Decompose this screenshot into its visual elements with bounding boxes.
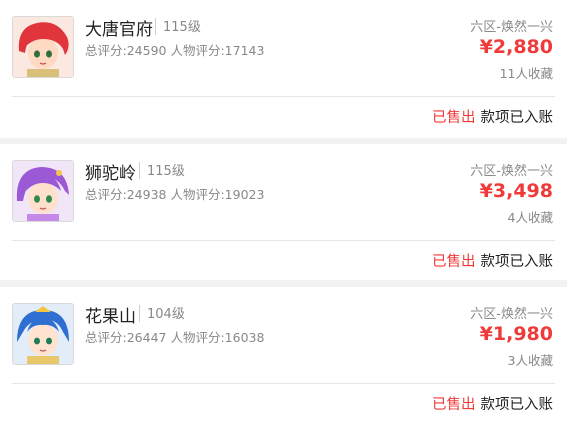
payment-status: 款项已入账 bbox=[480, 254, 554, 270]
price: ¥2,880 bbox=[479, 36, 553, 58]
character-level: 104级 bbox=[147, 307, 185, 322]
server-name: 六区-焕然一兴 bbox=[470, 307, 553, 322]
score-summary: 总评分:24590 人物评分:17143 bbox=[85, 43, 265, 58]
title-separator bbox=[155, 18, 156, 35]
sold-label: 已售出 bbox=[432, 254, 476, 270]
character-avatar bbox=[12, 160, 74, 222]
sale-status: 已售出 款项已入账 bbox=[432, 250, 553, 271]
sale-status: 已售出 款项已入账 bbox=[432, 106, 553, 127]
payment-status: 款项已入账 bbox=[480, 110, 554, 126]
character-level: 115级 bbox=[163, 20, 201, 35]
server-name: 六区-焕然一兴 bbox=[470, 20, 553, 35]
school-name: 狮驼岭 bbox=[85, 164, 136, 184]
title-separator bbox=[139, 305, 140, 322]
sale-status: 已售出 款项已入账 bbox=[432, 393, 553, 414]
favorite-count: 3人收藏 bbox=[507, 353, 553, 368]
payment-status: 款项已入账 bbox=[480, 397, 554, 413]
card-divider bbox=[12, 240, 555, 241]
sold-label: 已售出 bbox=[432, 110, 476, 126]
server-name: 六区-焕然一兴 bbox=[470, 164, 553, 179]
sold-label: 已售出 bbox=[432, 397, 476, 413]
score-summary: 总评分:26447 人物评分:16038 bbox=[85, 330, 265, 345]
card-divider bbox=[12, 96, 555, 97]
listing-card[interactable]: 大唐官府 115级 总评分:24590 人物评分:17143 六区-焕然一兴 ¥… bbox=[0, 0, 567, 138]
character-level: 115级 bbox=[147, 164, 185, 179]
price: ¥3,498 bbox=[479, 180, 553, 202]
listing-card[interactable]: 花果山 104级 总评分:26447 人物评分:16038 六区-焕然一兴 ¥1… bbox=[0, 287, 567, 428]
character-avatar bbox=[12, 16, 74, 78]
listing-list: 大唐官府 115级 总评分:24590 人物评分:17143 六区-焕然一兴 ¥… bbox=[0, 0, 567, 428]
card-divider bbox=[12, 383, 555, 384]
listing-card[interactable]: 狮驼岭 115级 总评分:24938 人物评分:19023 六区-焕然一兴 ¥3… bbox=[0, 144, 567, 280]
school-name: 大唐官府 bbox=[85, 20, 153, 40]
price: ¥1,980 bbox=[479, 323, 553, 345]
score-summary: 总评分:24938 人物评分:19023 bbox=[85, 187, 265, 202]
favorite-count: 4人收藏 bbox=[507, 210, 553, 225]
character-avatar bbox=[12, 303, 74, 365]
title-separator bbox=[139, 162, 140, 179]
favorite-count: 11人收藏 bbox=[499, 66, 553, 81]
school-name: 花果山 bbox=[85, 307, 136, 327]
